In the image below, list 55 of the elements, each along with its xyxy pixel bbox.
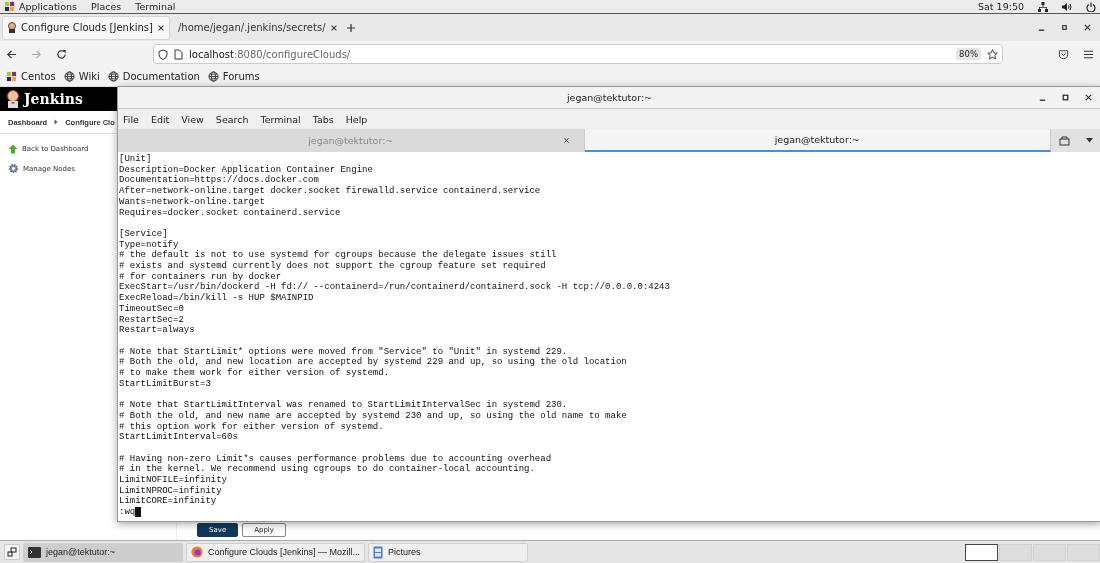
- code-line: # Both the old, and new name are accepted by systemd 230 and up, so using the old name to make: [119, 410, 628, 422]
- browser-tab[interactable]: Configure Clouds [Jenkins]: [2, 15, 170, 40]
- code-line: Documentation=https://docs.docker.com: [119, 175, 320, 186]
- url-field[interactable]: localhost:8080/configureClouds/ 80%: [153, 44, 1003, 64]
- code-line: StartLimitInterval=60s: [119, 432, 239, 443]
- menu-item[interactable]: Help: [345, 113, 368, 125]
- code-line: Requires=docker.socket containerd.service: [119, 207, 342, 219]
- bookmark[interactable]: Wiki: [63, 71, 100, 82]
- jenkins-logo[interactable]: Jenkins: [24, 91, 83, 107]
- code-line: Restart=always: [119, 325, 196, 336]
- code-line: LimitCORE=infinity: [119, 496, 218, 508]
- bookmark[interactable]: Forums: [207, 71, 260, 82]
- code-line: Wants=network-online.target: [119, 196, 266, 208]
- code-line: # the default is not to use systemd for cgroups because the delegate issues still: [119, 250, 558, 261]
- code-line: LimitNPROC=infinity: [119, 485, 223, 496]
- bookmark[interactable]: Documentation: [107, 71, 200, 82]
- code-line: RestartSec=2: [119, 314, 185, 325]
- taskbar-item[interactable]: Pictures: [368, 542, 529, 562]
- code-line: StartLimitBurst=3: [119, 378, 212, 390]
- menu-item[interactable]: View: [181, 113, 204, 125]
- code-line: [Unit]: [119, 154, 153, 165]
- code-line: # Note that StartLimitInterval was renamed to StartLimitIntervalSec in systemd 230.: [119, 400, 569, 411]
- clock: Sat 19:50: [978, 1, 1024, 12]
- code-line: # in the kernel. We recommend using cgroups to do container-local accounting.: [119, 464, 536, 475]
- menu-item[interactable]: Edit: [150, 113, 170, 125]
- taskbar-item[interactable]: jegan@tektutor:~: [23, 542, 183, 562]
- menu-item[interactable]: File: [123, 113, 139, 125]
- bookmark[interactable]: Centos: [6, 71, 56, 82]
- code-line: TimeoutSec=0: [119, 303, 185, 315]
- code-line: ExecStart=/usr/bin/dockerd -H fd:// --containerd=/run/containerd/containerd.sock -H tcp://0.0.0.0:4243: [119, 282, 671, 293]
- code-line: [Service]: [119, 228, 169, 240]
- code-line: After=network-online.target docker.socket firewalld.service containerd.service: [119, 186, 542, 197]
- code-line: # for containers run by docker: [119, 271, 283, 282]
- code-line: # exists and systemd currently does not support the cgroup feature set required: [119, 261, 547, 272]
- code-line: ExecReload=/bin/kill -s HUP $MAINPID: [119, 293, 315, 304]
- code-line: # Both the old, and new location are accepted by systemd 229 and up, so using the old location: [119, 357, 628, 368]
- code-line: # to make them work for either version of systemd.: [119, 368, 391, 379]
- code-line: LimitNOFILE=infinity: [119, 475, 229, 486]
- menu-item[interactable]: Tabs: [312, 113, 334, 125]
- code-line: # Note that StartLimit* options were moved from "Service" to "Unit" in systemd 229.: [119, 346, 569, 357]
- zoom-level[interactable]: 80%: [956, 48, 981, 60]
- top-menu-item[interactable]: Places: [91, 1, 122, 12]
- code-line: # this option work for either version of systemd.: [119, 421, 385, 432]
- code-line: # Having non-zero Limit*s causes performance problems due to accounting overhead: [119, 453, 553, 464]
- terminal-tab[interactable]: jegan@tektutor:~: [584, 129, 1051, 152]
- code-line: Description=Docker Application Container Engine: [119, 164, 374, 175]
- code-line: Type=notify: [119, 239, 180, 250]
- top-menu-item[interactable]: Terminal: [135, 1, 176, 12]
- menu-item[interactable]: Search: [215, 113, 249, 125]
- menu-item[interactable]: Terminal: [260, 113, 301, 125]
- command-line[interactable]: :wq: [119, 507, 136, 518]
- taskbar-item[interactable]: Configure Clouds [Jenkins] — Mozill...: [186, 542, 366, 562]
- applications-menu[interactable]: Applications: [19, 1, 78, 12]
- browser-tab[interactable]: /home/jegan/.jenkins/secrets/: [173, 16, 342, 39]
- window-title: jegan@tektutor:~: [566, 92, 653, 103]
